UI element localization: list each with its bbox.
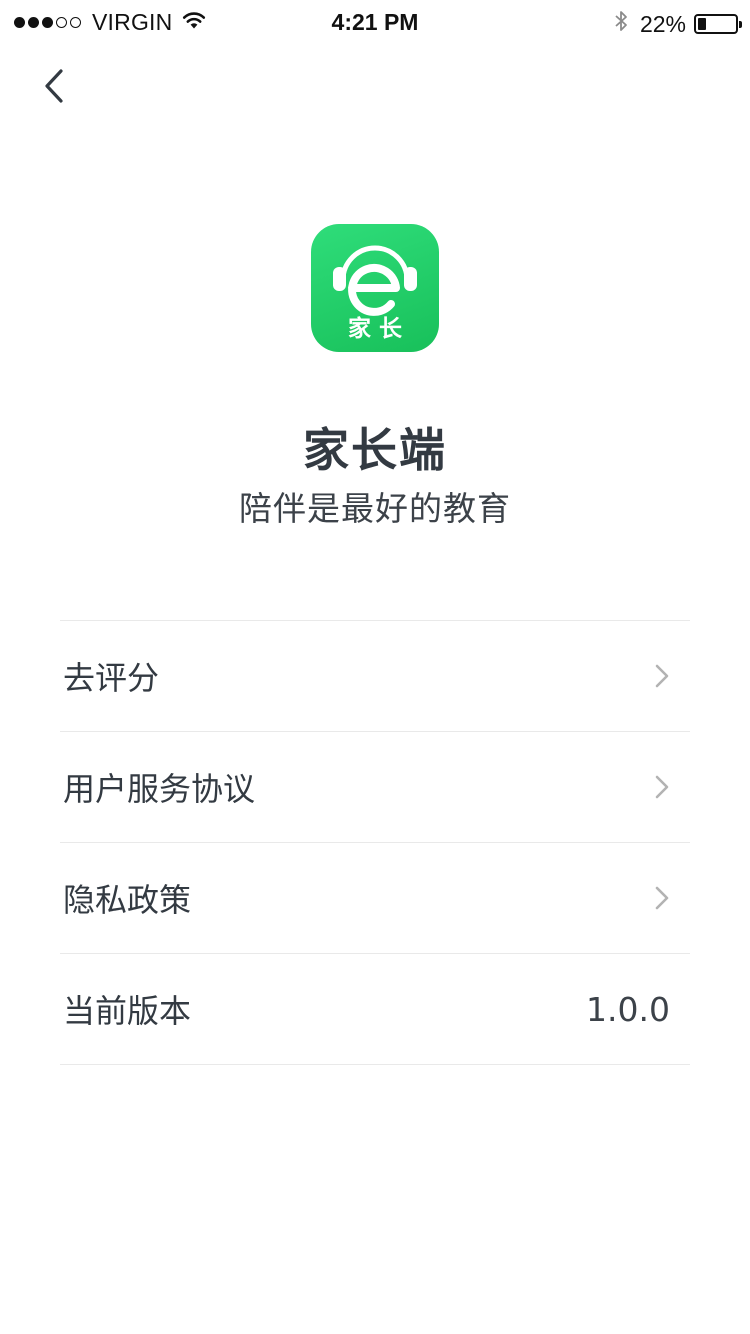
menu-item-version: 当前版本 1.0.0 [60, 954, 690, 1065]
version-value: 1.0.0 [586, 989, 670, 1029]
chevron-left-icon [45, 69, 63, 103]
menu-item-label: 用户服务协议 [63, 770, 256, 808]
battery-tip [739, 21, 742, 28]
menu-item-rate[interactable]: 去评分 [60, 621, 690, 732]
menu-item-user-agreement[interactable]: 用户服务协议 [60, 732, 690, 843]
menu-item-privacy-policy[interactable]: 隐私政策 [60, 843, 690, 954]
menu-item-label: 隐私政策 [63, 881, 192, 919]
app-logo: 家 长 [311, 224, 439, 352]
bluetooth-icon [614, 9, 628, 39]
chevron-right-icon [655, 886, 669, 910]
app-logo-icon: 家 长 [333, 245, 417, 342]
menu-item-label: 当前版本 [63, 992, 192, 1030]
status-right: 22% [614, 9, 742, 39]
app-name: 家长端 [303, 423, 447, 477]
back-button[interactable] [32, 64, 76, 108]
battery-icon [694, 14, 742, 34]
status-bar: VIRGIN 4:21 PM 22% [0, 0, 750, 40]
chevron-right-icon [655, 664, 669, 688]
battery-level [698, 18, 706, 30]
settings-list: 去评分 用户服务协议 隐私政策 当前版本 1.0.0 [60, 620, 690, 1065]
app-slogan: 陪伴是最好的教育 [239, 489, 511, 528]
menu-item-label: 去评分 [63, 659, 160, 697]
battery-percent: 22% [639, 10, 686, 37]
chevron-right-icon [655, 775, 669, 799]
app-logo-text: 家 长 [348, 315, 403, 342]
